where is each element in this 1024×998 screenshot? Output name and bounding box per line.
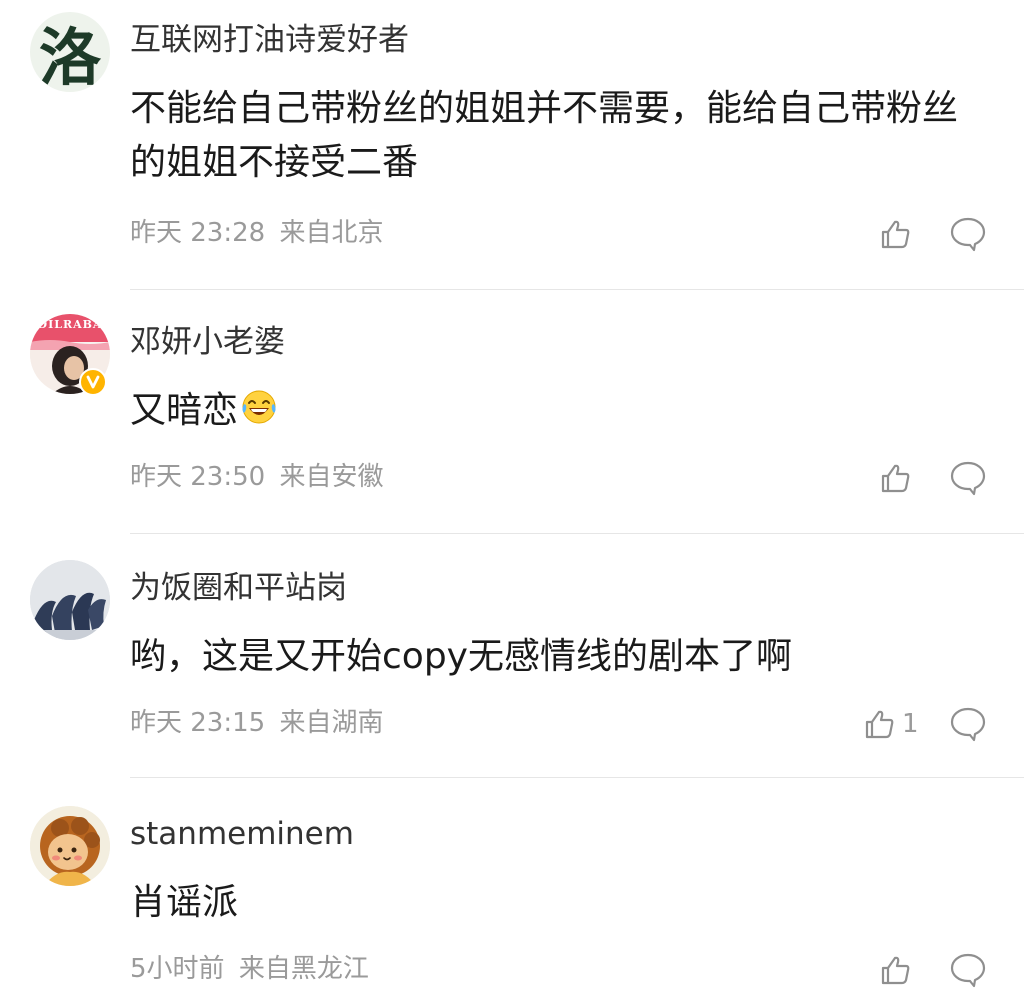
location: 来自北京 bbox=[279, 218, 384, 248]
location: 来自黑龙江 bbox=[238, 954, 369, 984]
like-button[interactable] bbox=[878, 214, 918, 254]
comment-text-body: 又暗恋 bbox=[130, 390, 239, 431]
location: 来自安徽 bbox=[279, 462, 384, 492]
timestamp: 5小时前 bbox=[130, 954, 225, 984]
comment-item: DILRABA 邓妍小老婆 又暗恋 昨天 23:50 来自安徽 bbox=[0, 290, 1024, 534]
comment-item: stanmeminem 肖谣派 5小时前 来自黑龙江 bbox=[0, 778, 1024, 998]
like-button[interactable] bbox=[878, 458, 918, 498]
thumbs-up-icon bbox=[865, 710, 894, 739]
username[interactable]: stanmeminem bbox=[130, 814, 354, 854]
timestamp: 昨天 23:50 bbox=[130, 462, 266, 492]
avatar-glyph: 洛 bbox=[38, 21, 101, 92]
speech-bubble-icon[interactable] bbox=[948, 458, 988, 498]
like-count: 1 bbox=[902, 709, 919, 739]
comment-text: 肖谣派 bbox=[130, 882, 239, 923]
username[interactable]: 邓妍小老婆 bbox=[130, 322, 285, 362]
avatar[interactable]: 洛 bbox=[30, 12, 110, 92]
like-button[interactable]: 1 bbox=[862, 704, 919, 744]
username[interactable]: 互联网打油诗爱好者 bbox=[130, 20, 409, 60]
verified-badge-icon bbox=[79, 368, 107, 396]
avatar-banner-text: DILRABA bbox=[37, 318, 103, 331]
avatar[interactable] bbox=[30, 806, 110, 886]
timestamp: 昨天 23:28 bbox=[130, 218, 266, 248]
speech-bubble-icon[interactable] bbox=[948, 214, 988, 254]
like-button[interactable] bbox=[878, 950, 918, 990]
cartoon-lion-avatar bbox=[30, 806, 110, 886]
thumbs-up-icon bbox=[881, 464, 910, 493]
silhouettes-avatar bbox=[30, 560, 110, 640]
thumbs-up-icon bbox=[881, 956, 910, 985]
timestamp: 昨天 23:15 bbox=[130, 708, 266, 738]
comment-meta: 5小时前 来自黑龙江 bbox=[130, 952, 375, 986]
location: 来自湖南 bbox=[279, 708, 384, 738]
laughing-tears-emoji bbox=[242, 390, 276, 424]
comment-text: 哟，这是又开始copy无感情线的剧本了啊 bbox=[130, 636, 792, 677]
comment-text: 不能给自己带粉丝的姐姐并不需要，能给自己带粉丝的姐姐不接受二番 bbox=[130, 88, 959, 183]
username[interactable]: 为饭圈和平站岗 bbox=[130, 568, 347, 608]
comment-meta: 昨天 23:28 来自北京 bbox=[130, 216, 389, 250]
thumbs-up-icon bbox=[881, 220, 910, 249]
speech-bubble-icon[interactable] bbox=[948, 704, 988, 744]
speech-bubble-icon[interactable] bbox=[948, 950, 988, 990]
comment-meta: 昨天 23:50 来自安徽 bbox=[130, 460, 389, 494]
comment-item: 洛 互联网打油诗爱好者 不能给自己带粉丝的姐姐并不需要，能给自己带粉丝的姐姐不接… bbox=[0, 0, 1024, 290]
avatar[interactable] bbox=[30, 560, 110, 640]
comment-meta: 昨天 23:15 来自湖南 bbox=[130, 706, 389, 740]
comment-item: 为饭圈和平站岗 哟，这是又开始copy无感情线的剧本了啊 昨天 23:15 来自… bbox=[0, 534, 1024, 778]
comment-text: 又暗恋 bbox=[130, 384, 980, 438]
